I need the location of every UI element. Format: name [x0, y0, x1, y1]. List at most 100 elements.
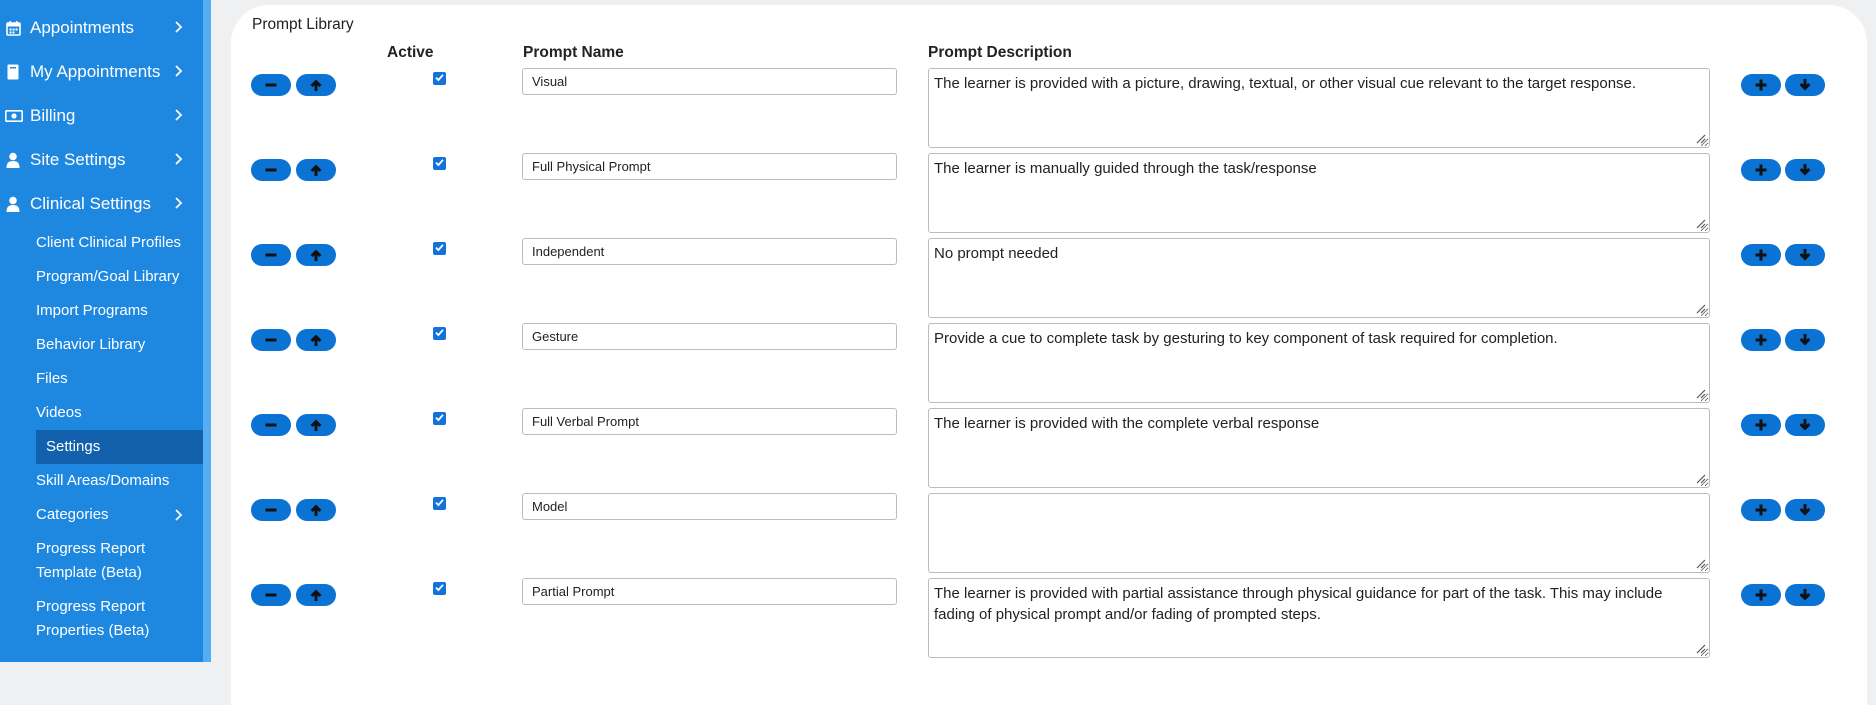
user-icon — [5, 196, 21, 212]
prompt-description-text: No prompt needed — [934, 245, 1059, 262]
minus-icon — [264, 78, 278, 92]
add-prompt-button[interactable] — [1741, 414, 1781, 436]
prompt-name-input[interactable] — [522, 68, 897, 95]
move-up-button[interactable] — [296, 74, 336, 96]
arrow-up-icon — [309, 333, 323, 347]
move-up-button[interactable] — [296, 159, 336, 181]
nav-site-settings[interactable]: Site Settings — [0, 138, 203, 182]
nav-my-appointments[interactable]: My Appointments — [0, 50, 203, 94]
active-checkbox[interactable] — [433, 412, 446, 425]
remove-prompt-button[interactable] — [251, 499, 291, 521]
move-up-button[interactable] — [296, 414, 336, 436]
active-checkbox[interactable] — [433, 157, 446, 170]
sidebar-item-behavior-library[interactable]: Behavior Library — [36, 328, 203, 362]
prompt-description-text: Provide a cue to complete task by gestur… — [934, 330, 1558, 347]
prompt-description-textarea[interactable]: The learner is provided with partial ass… — [928, 578, 1710, 658]
sidebar-scroll-edge — [203, 0, 211, 662]
chevron-right-icon — [175, 21, 183, 33]
arrow-down-icon — [1798, 78, 1812, 92]
minus-icon — [264, 248, 278, 262]
remove-prompt-button[interactable] — [251, 159, 291, 181]
nav-clinical-settings[interactable]: Clinical Settings — [0, 182, 203, 226]
move-down-button[interactable] — [1785, 329, 1825, 351]
plus-icon — [1754, 163, 1768, 177]
prompt-name-input[interactable] — [522, 493, 897, 520]
prompt-name-input[interactable] — [522, 578, 897, 605]
sidebar-item-label: Videos — [36, 404, 82, 421]
chevron-right-icon — [175, 197, 183, 209]
user-icon — [5, 152, 21, 168]
move-down-button[interactable] — [1785, 159, 1825, 181]
checkmark-icon — [434, 70, 445, 88]
arrow-down-icon — [1798, 163, 1812, 177]
nav-label: Appointments — [30, 18, 134, 37]
chevron-right-icon — [175, 65, 183, 77]
add-prompt-button[interactable] — [1741, 74, 1781, 96]
move-up-button[interactable] — [296, 329, 336, 351]
checkmark-icon — [434, 410, 445, 428]
checkmark-icon — [434, 240, 445, 258]
sidebar-item-videos[interactable]: Videos — [36, 396, 203, 430]
remove-prompt-button[interactable] — [251, 329, 291, 351]
prompt-name-input[interactable] — [522, 153, 897, 180]
sidebar-item-files[interactable]: Files — [36, 362, 203, 396]
arrow-up-icon — [309, 78, 323, 92]
prompt-description-textarea[interactable]: The learner is provided with the complet… — [928, 408, 1710, 488]
remove-prompt-button[interactable] — [251, 244, 291, 266]
active-checkbox[interactable] — [433, 497, 446, 510]
move-down-button[interactable] — [1785, 244, 1825, 266]
move-up-button[interactable] — [296, 499, 336, 521]
sidebar-item-import-programs[interactable]: Import Programs — [36, 294, 203, 328]
sidebar-item-program-goal-library[interactable]: Program/Goal Library — [36, 260, 203, 294]
move-up-button[interactable] — [296, 244, 336, 266]
sidebar-item-label: Skill Areas/Domains — [36, 472, 170, 489]
plus-icon — [1754, 418, 1768, 432]
move-down-button[interactable] — [1785, 499, 1825, 521]
active-checkbox[interactable] — [433, 327, 446, 340]
move-down-button[interactable] — [1785, 584, 1825, 606]
prompt-description-textarea[interactable]: The learner is manually guided through t… — [928, 153, 1710, 233]
move-up-button[interactable] — [296, 584, 336, 606]
active-checkbox[interactable] — [433, 242, 446, 255]
sidebar-item-categories[interactable]: Categories — [36, 498, 203, 532]
add-prompt-button[interactable] — [1741, 329, 1781, 351]
prompt-description-textarea[interactable]: No prompt needed — [928, 238, 1710, 318]
sidebar-item-skill-areas-domains[interactable]: Skill Areas/Domains — [36, 464, 203, 498]
sidebar-item-client-clinical-profiles[interactable]: Client Clinical Profiles — [36, 226, 203, 260]
prompt-description-text: The learner is provided with a picture, … — [934, 75, 1637, 92]
prompt-description-text: The learner is provided with partial ass… — [934, 585, 1663, 623]
move-down-button[interactable] — [1785, 74, 1825, 96]
calendar-icon — [5, 20, 21, 36]
sidebar-item-label: Progress Report Properties (Beta) — [36, 598, 150, 639]
remove-prompt-button[interactable] — [251, 74, 291, 96]
sidebar-item-label: Client Clinical Profiles — [36, 234, 182, 251]
sidebar-item-progress-report-properties[interactable]: Progress Report Properties (Beta) — [36, 595, 203, 653]
minus-icon — [264, 163, 278, 177]
move-down-button[interactable] — [1785, 414, 1825, 436]
arrow-down-icon — [1798, 333, 1812, 347]
add-prompt-button[interactable] — [1741, 499, 1781, 521]
prompt-description-textarea[interactable]: The learner is provided with a picture, … — [928, 68, 1710, 148]
prompt-description-textarea[interactable]: Provide a cue to complete task by gestur… — [928, 323, 1710, 403]
prompt-name-input[interactable] — [522, 408, 897, 435]
active-checkbox[interactable] — [433, 72, 446, 85]
column-header-prompt-description: Prompt Description — [928, 44, 1072, 61]
plus-icon — [1754, 333, 1768, 347]
nav-appointments[interactable]: Appointments — [0, 6, 203, 50]
nav-billing[interactable]: Billing — [0, 94, 203, 138]
sidebar-item-label: Import Programs — [36, 302, 148, 319]
arrow-up-icon — [309, 588, 323, 602]
checkmark-icon — [434, 325, 445, 343]
prompt-description-textarea[interactable] — [928, 493, 1710, 573]
remove-prompt-button[interactable] — [251, 584, 291, 606]
prompt-description-text: The learner is manually guided through t… — [934, 160, 1317, 177]
add-prompt-button[interactable] — [1741, 584, 1781, 606]
prompt-name-input[interactable] — [522, 238, 897, 265]
prompt-name-input[interactable] — [522, 323, 897, 350]
active-checkbox[interactable] — [433, 582, 446, 595]
add-prompt-button[interactable] — [1741, 159, 1781, 181]
sidebar-item-progress-report-template[interactable]: Progress Report Template (Beta) — [36, 537, 203, 595]
remove-prompt-button[interactable] — [251, 414, 291, 436]
sidebar-item-settings[interactable]: Settings — [36, 430, 203, 464]
add-prompt-button[interactable] — [1741, 244, 1781, 266]
